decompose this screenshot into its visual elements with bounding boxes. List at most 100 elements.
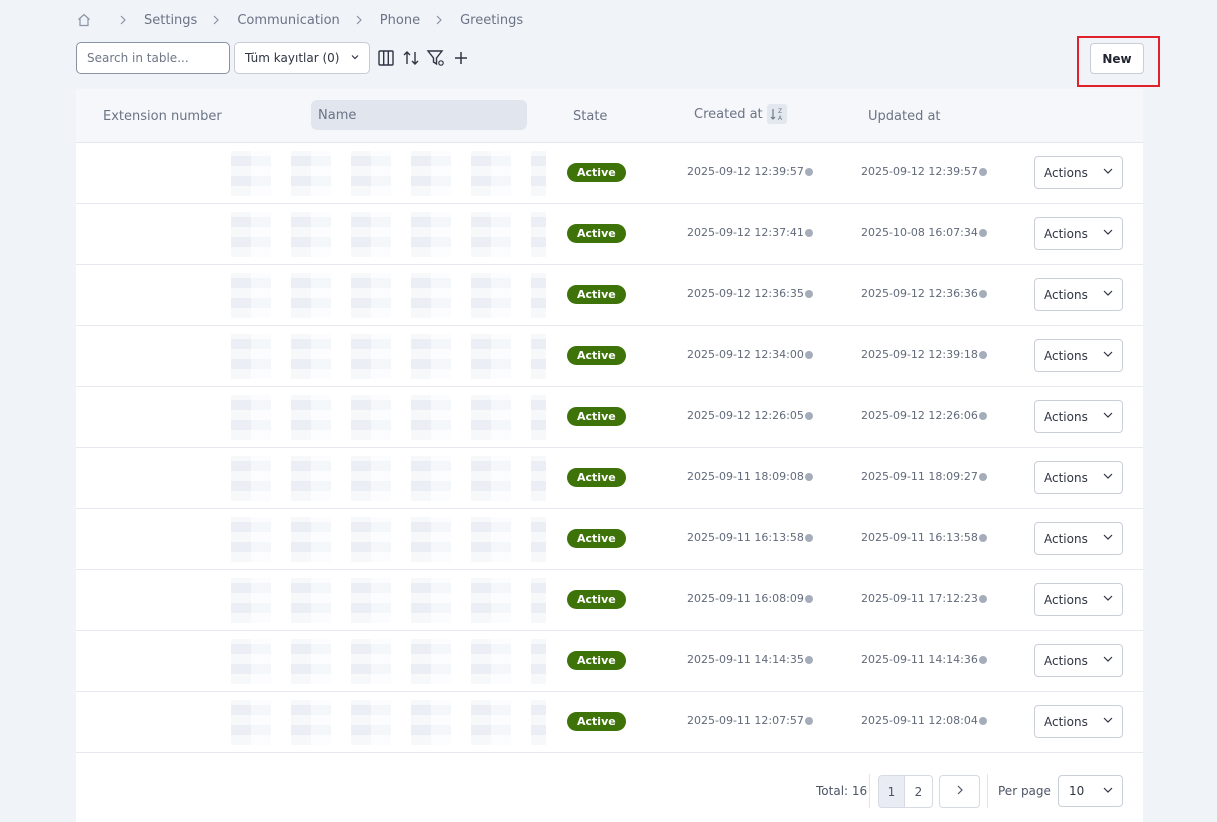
info-icon[interactable] xyxy=(804,289,813,298)
actions-button[interactable]: Actions xyxy=(1034,705,1123,738)
divider xyxy=(869,774,870,808)
table-toolbar: Tüm kayıtlar (0) xyxy=(76,42,473,74)
table-row: Active 2025-09-11 18:09:08 2025-09-11 18… xyxy=(76,448,1143,509)
column-header-created[interactable]: Created at ZA xyxy=(694,87,787,141)
actions-button[interactable]: Actions xyxy=(1034,461,1123,494)
info-icon[interactable] xyxy=(978,167,987,176)
info-icon[interactable] xyxy=(978,289,987,298)
column-header-name[interactable]: Name xyxy=(311,100,527,130)
status-badge: Active xyxy=(567,468,626,487)
info-icon[interactable] xyxy=(804,594,813,603)
updated-at-cell: 2025-09-11 12:08:04 xyxy=(861,714,987,727)
name-cell-redacted xyxy=(211,456,546,501)
column-header-created-label: Created at xyxy=(694,106,763,122)
actions-button[interactable]: Actions xyxy=(1034,400,1123,433)
updated-at-value: 2025-09-11 12:08:04 xyxy=(861,714,978,727)
info-icon[interactable] xyxy=(978,411,987,420)
name-cell-redacted xyxy=(211,334,546,379)
updated-at-cell: 2025-09-11 16:13:58 xyxy=(861,531,987,544)
search-input[interactable] xyxy=(76,42,230,74)
table-row: Active 2025-09-11 12:07:57 2025-09-11 12… xyxy=(76,692,1143,753)
updated-at-value: 2025-09-11 16:13:58 xyxy=(861,531,978,544)
actions-label: Actions xyxy=(1044,287,1088,302)
created-at-value: 2025-09-11 18:09:08 xyxy=(687,470,804,483)
info-icon[interactable] xyxy=(804,350,813,359)
new-button[interactable]: New xyxy=(1090,43,1144,74)
chevron-down-icon xyxy=(1102,348,1114,363)
updated-at-value: 2025-09-12 12:26:06 xyxy=(861,409,978,422)
table-row: Active 2025-09-11 14:14:35 2025-09-11 14… xyxy=(76,631,1143,692)
chevron-down-icon xyxy=(1102,409,1114,424)
new-button-highlight: New xyxy=(1077,36,1160,87)
columns-icon[interactable] xyxy=(374,46,398,70)
info-icon[interactable] xyxy=(804,655,813,664)
info-icon[interactable] xyxy=(978,350,987,359)
breadcrumb-phone[interactable]: Phone xyxy=(380,13,420,28)
pagination: Total: 16 1 2 Per page 10 xyxy=(76,774,1143,808)
chevron-right-icon xyxy=(434,14,444,26)
actions-button[interactable]: Actions xyxy=(1034,278,1123,311)
breadcrumb-communication[interactable]: Communication xyxy=(237,13,339,28)
table-row: Active 2025-09-11 16:08:09 2025-09-11 17… xyxy=(76,570,1143,631)
info-icon[interactable] xyxy=(804,472,813,481)
info-icon[interactable] xyxy=(978,228,987,237)
actions-label: Actions xyxy=(1044,165,1088,180)
info-icon[interactable] xyxy=(804,716,813,725)
name-cell-redacted xyxy=(211,700,546,745)
add-icon[interactable] xyxy=(449,46,473,70)
records-filter-value: Tüm kayıtlar (0) xyxy=(245,51,340,65)
actions-button[interactable]: Actions xyxy=(1034,156,1123,189)
table-header: Extension number Name State Created at Z… xyxy=(76,89,1143,143)
info-icon[interactable] xyxy=(978,716,987,725)
info-icon[interactable] xyxy=(804,411,813,420)
per-page-select[interactable]: 10 xyxy=(1058,775,1123,807)
column-header-name-label: Name xyxy=(318,107,357,123)
filter-settings-icon[interactable] xyxy=(424,46,448,70)
updated-at-cell: 2025-10-08 16:07:34 xyxy=(861,226,987,239)
updated-at-value: 2025-09-12 12:39:18 xyxy=(861,348,978,361)
info-icon[interactable] xyxy=(978,655,987,664)
table-row: Active 2025-09-12 12:26:05 2025-09-12 12… xyxy=(76,387,1143,448)
chevron-down-icon xyxy=(1102,470,1114,485)
name-cell-redacted xyxy=(211,517,546,562)
column-header-extension[interactable]: Extension number xyxy=(103,89,222,143)
page-button-2[interactable]: 2 xyxy=(904,775,933,808)
chevron-down-icon xyxy=(350,51,360,65)
created-at-value: 2025-09-12 12:26:05 xyxy=(687,409,804,422)
actions-button[interactable]: Actions xyxy=(1034,583,1123,616)
greetings-table: Extension number Name State Created at Z… xyxy=(76,89,1143,822)
updated-at-cell: 2025-09-12 12:39:18 xyxy=(861,348,987,361)
per-page-value: 10 xyxy=(1069,784,1085,798)
sort-descending-icon[interactable]: ZA xyxy=(766,104,787,124)
name-cell-redacted xyxy=(211,212,546,257)
info-icon[interactable] xyxy=(804,228,813,237)
created-at-cell: 2025-09-12 12:34:00 xyxy=(687,348,813,361)
actions-button[interactable]: Actions xyxy=(1034,217,1123,250)
created-at-cell: 2025-09-12 12:39:57 xyxy=(687,165,813,178)
info-icon[interactable] xyxy=(978,472,987,481)
info-icon[interactable] xyxy=(804,167,813,176)
breadcrumb-settings[interactable]: Settings xyxy=(144,13,197,28)
records-filter-select[interactable]: Tüm kayıtlar (0) xyxy=(234,42,370,74)
created-at-value: 2025-09-12 12:36:35 xyxy=(687,287,804,300)
created-at-cell: 2025-09-11 12:07:57 xyxy=(687,714,813,727)
page-button-1[interactable]: 1 xyxy=(878,775,905,808)
column-header-updated[interactable]: Updated at xyxy=(868,89,941,143)
table-row: Active 2025-09-11 16:13:58 2025-09-11 16… xyxy=(76,509,1143,570)
actions-button[interactable]: Actions xyxy=(1034,644,1123,677)
actions-button[interactable]: Actions xyxy=(1034,522,1123,555)
home-icon[interactable] xyxy=(76,12,92,28)
actions-button[interactable]: Actions xyxy=(1034,339,1123,372)
status-badge: Active xyxy=(567,285,626,304)
info-icon[interactable] xyxy=(978,594,987,603)
info-icon[interactable] xyxy=(978,533,987,542)
sort-icon[interactable] xyxy=(399,46,423,70)
updated-at-value: 2025-09-12 12:39:57 xyxy=(861,165,978,178)
chevron-down-icon xyxy=(1102,287,1114,302)
next-page-button[interactable] xyxy=(939,775,980,808)
info-icon[interactable] xyxy=(804,533,813,542)
svg-text:Z: Z xyxy=(778,108,782,115)
column-header-state[interactable]: State xyxy=(573,89,607,143)
status-badge: Active xyxy=(567,529,626,548)
name-cell-redacted xyxy=(211,273,546,318)
